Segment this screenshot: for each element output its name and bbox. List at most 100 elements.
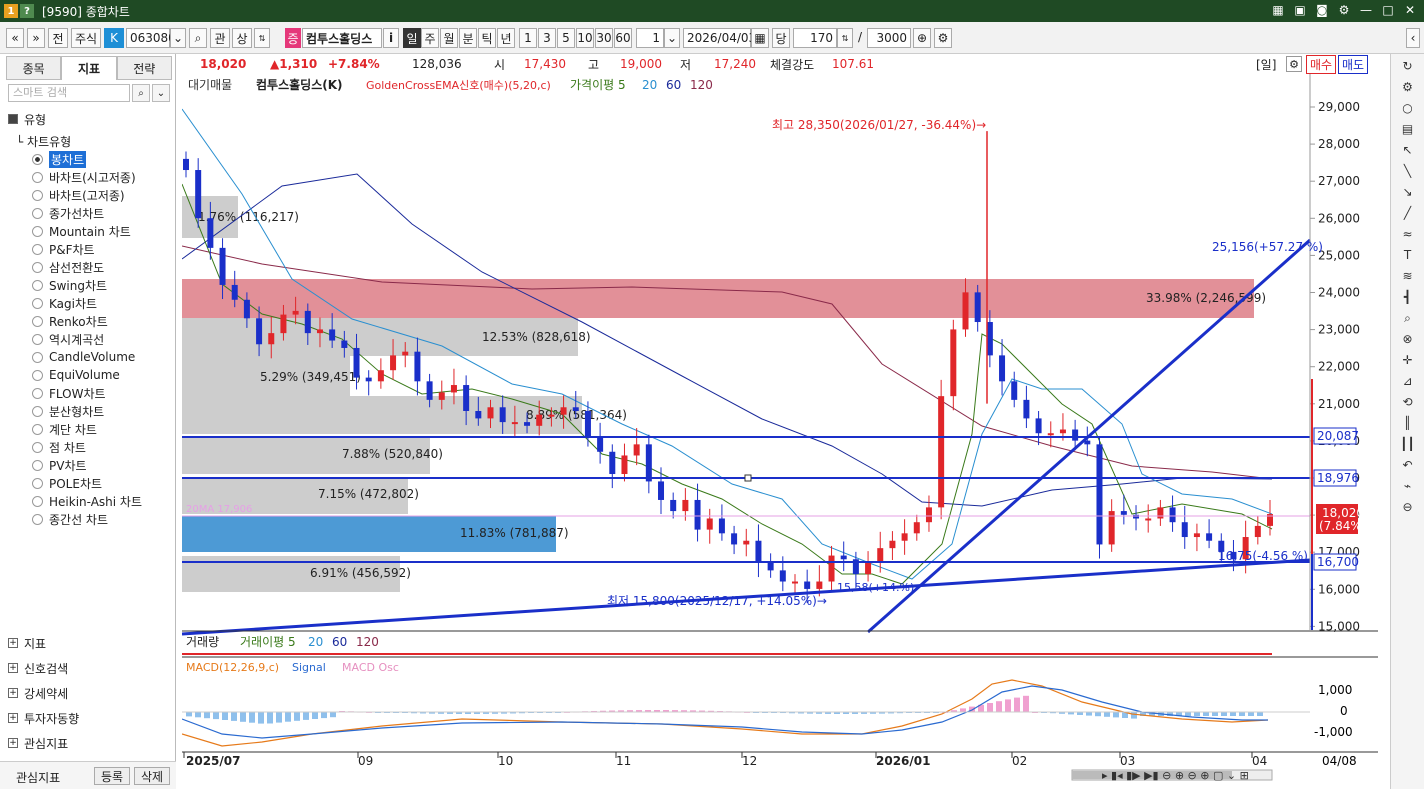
chart-type-2[interactable]: 바차트(고저종) <box>32 187 125 203</box>
chart-type-15[interactable]: 계단 차트 <box>32 421 97 437</box>
section-investor[interactable]: + 투자자동향 <box>8 709 79 727</box>
chart-type-11[interactable]: CandleVolume <box>32 349 135 365</box>
radio-icon[interactable] <box>32 351 43 363</box>
period-month[interactable]: 월 <box>440 28 458 48</box>
crosshair-icon[interactable]: ✛ <box>1397 351 1419 369</box>
updown-icon[interactable]: ⇅ <box>254 28 270 48</box>
calendar-icon[interactable]: ▦ <box>751 28 769 48</box>
prev-button[interactable]: « <box>6 28 24 48</box>
settings-icon[interactable]: ⚙ <box>1336 2 1352 18</box>
section-type[interactable]: 유형 <box>8 110 46 128</box>
radio-icon[interactable] <box>32 225 43 237</box>
search-icon[interactable]: ⌕ <box>189 28 207 48</box>
chart-type-19[interactable]: Heikin-Ashi 차트 <box>32 493 142 509</box>
radio-icon[interactable] <box>32 441 43 453</box>
gwan-button[interactable]: 관 <box>210 28 230 48</box>
help-icon[interactable]: ? <box>20 4 34 18</box>
interval-1[interactable]: 1 <box>519 28 537 48</box>
k-badge[interactable]: K <box>104 28 124 48</box>
chart-type-0[interactable]: 봉차트 <box>32 150 87 168</box>
zoom-controls[interactable]: ▸ ▮◂ ▮▶ ▶▮ ⊖ ⊕ ⊖ ⊕ ▢ ⌄ ⊞ <box>1102 769 1249 782</box>
measure-icon[interactable]: ⊿ <box>1397 372 1419 390</box>
chart-type-6[interactable]: 삼선전환도 <box>32 259 104 275</box>
radio-icon[interactable] <box>32 297 43 309</box>
chart-type-3[interactable]: 종가선차트 <box>32 205 104 221</box>
section-strength[interactable]: + 강세약세 <box>8 684 68 702</box>
radio-icon[interactable] <box>32 369 43 381</box>
period-tick[interactable]: 틱 <box>478 28 496 48</box>
register-button[interactable]: 등록 <box>94 767 130 785</box>
chart-type-4[interactable]: Mountain 차트 <box>32 223 131 239</box>
period-day[interactable]: 일 <box>403 28 421 48</box>
ray-tool-icon[interactable]: ↘ <box>1397 183 1419 201</box>
chart-type-8[interactable]: Kagi차트 <box>32 295 97 311</box>
down-button[interactable]: » <box>27 28 45 48</box>
tab-strategy[interactable]: 전략 <box>116 56 172 80</box>
code-input[interactable]: 063080 <box>126 28 176 48</box>
chart-type-9[interactable]: Renko차트 <box>32 313 108 329</box>
count-select[interactable]: 1 <box>636 28 664 48</box>
interval-3[interactable]: 3 <box>538 28 556 48</box>
zoom-out-icon[interactable]: ⊖ <box>1397 498 1419 516</box>
auto-icon[interactable]: ≈ <box>1397 225 1419 243</box>
tab-indicator[interactable]: 지표 <box>61 56 117 80</box>
interval-10[interactable]: 10 <box>576 28 594 48</box>
radio-icon[interactable] <box>32 387 43 399</box>
chevron-down-icon[interactable]: ⌄ <box>170 28 186 48</box>
tab-stock[interactable]: 종목 <box>6 56 62 80</box>
save-icon[interactable]: ▦ <box>1270 2 1286 18</box>
gear-icon[interactable]: ⚙ <box>1397 78 1419 96</box>
cycle-icon[interactable]: ⟲ <box>1397 393 1419 411</box>
price-chart-svg[interactable]: 1.76% (116,217)33.98% (2,246,599)12.53% … <box>181 74 1382 789</box>
section-indicator[interactable]: + 지표 <box>8 634 46 652</box>
radio-icon[interactable] <box>32 513 43 525</box>
candle-icon[interactable]: ┫ <box>1397 288 1419 306</box>
section-favorite[interactable]: + 관심지표 <box>8 734 68 752</box>
chevron-down-icon[interactable]: ⌄ <box>152 84 170 102</box>
radio-icon[interactable] <box>32 189 43 201</box>
chart-type-5[interactable]: P&F차트 <box>32 241 95 257</box>
radio-icon[interactable] <box>32 495 43 507</box>
radio-icon[interactable] <box>32 423 43 435</box>
sang-button[interactable]: 상 <box>232 28 252 48</box>
stock-name[interactable]: 컴투스홀딩스 <box>302 28 382 48</box>
pointer-icon[interactable]: ↖ <box>1397 141 1419 159</box>
period-year[interactable]: 년 <box>497 28 515 48</box>
chart-type-20[interactable]: 종간선 차트 <box>32 511 108 527</box>
bar-chart-icon[interactable]: ▤ <box>1397 120 1419 138</box>
radio-icon[interactable] <box>32 333 43 345</box>
radio-icon[interactable] <box>32 405 43 417</box>
anchor-handle[interactable] <box>744 474 752 482</box>
radio-icon[interactable] <box>32 279 43 291</box>
diagonal-line-icon[interactable]: ╱ <box>1397 204 1419 222</box>
magnet-icon[interactable]: ⊗ <box>1397 330 1419 348</box>
link-icon[interactable]: ⌁ <box>1397 477 1419 495</box>
chart-type-14[interactable]: 분산형차트 <box>32 403 104 419</box>
zoom-in-icon[interactable]: ⊕ <box>913 28 931 48</box>
refresh-icon[interactable]: ↻ <box>1397 57 1419 75</box>
close-icon[interactable]: ✕ <box>1402 2 1418 18</box>
radio-icon[interactable] <box>32 261 43 273</box>
radio-icon[interactable] <box>32 477 43 489</box>
camera-icon[interactable]: ◙ <box>1314 2 1330 18</box>
sell-button[interactable]: 매도 <box>1338 55 1369 74</box>
undo-icon[interactable]: ↶ <box>1397 456 1419 474</box>
fibo-icon[interactable]: ≋ <box>1397 267 1419 285</box>
dang-button[interactable]: 당 <box>772 28 790 48</box>
bars-input[interactable]: 170 <box>793 28 837 48</box>
market-select[interactable]: 주식 <box>71 28 101 48</box>
buy-button[interactable]: 매수 <box>1306 55 1337 74</box>
chart-type-7[interactable]: Swing차트 <box>32 277 107 293</box>
interval-30[interactable]: 30 <box>595 28 613 48</box>
grid-line-icon[interactable]: ┃┃ <box>1397 435 1419 453</box>
type-button[interactable]: 전 <box>48 28 68 48</box>
screenshot-icon[interactable]: ▣ <box>1292 2 1308 18</box>
chart-type-1[interactable]: 바차트(시고저종) <box>32 169 136 185</box>
radio-icon[interactable] <box>32 243 43 255</box>
maximize-icon[interactable]: □ <box>1380 2 1396 18</box>
chart-type-13[interactable]: FLOW차트 <box>32 385 106 401</box>
zoom-icon[interactable]: ⌕ <box>1397 309 1419 327</box>
circle-icon[interactable]: ○ <box>1397 99 1419 117</box>
line-tool-icon[interactable]: ╲ <box>1397 162 1419 180</box>
interval-5[interactable]: 5 <box>557 28 575 48</box>
